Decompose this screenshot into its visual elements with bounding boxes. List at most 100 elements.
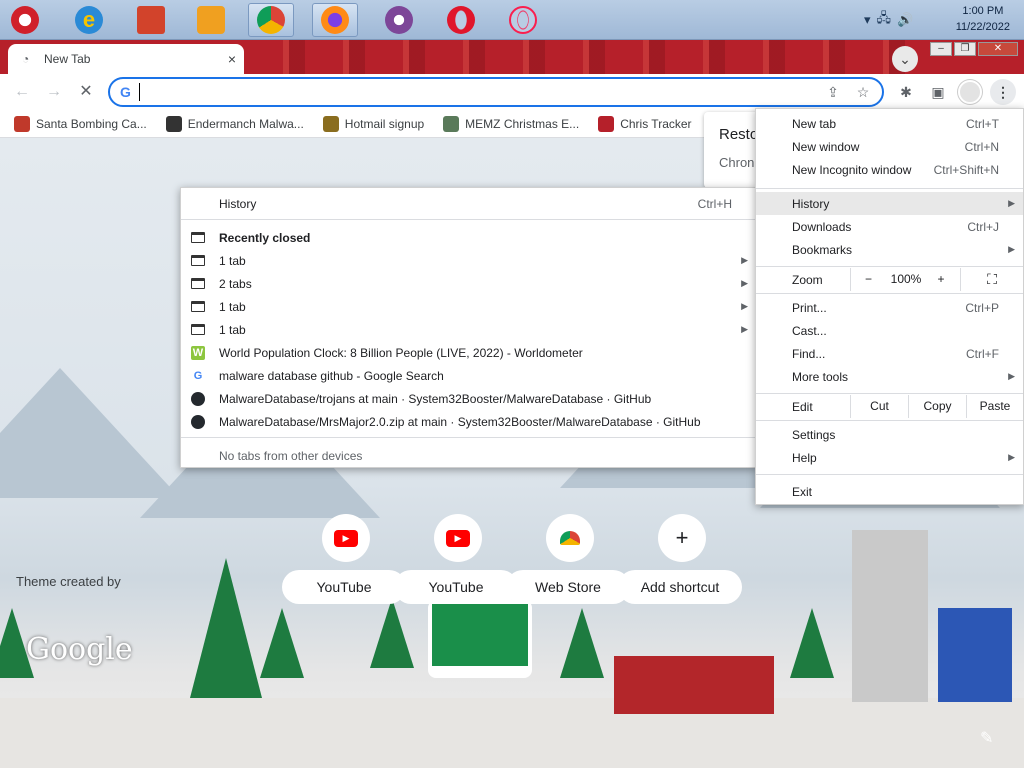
- tree-illustration: [790, 608, 834, 678]
- menu-downloads[interactable]: Downloads Ctrl+J: [756, 215, 1023, 238]
- tab-close-icon[interactable]: ×: [228, 51, 236, 67]
- clock-date: 11/22/2022: [955, 21, 1010, 33]
- menu-settings[interactable]: Settings: [756, 423, 1023, 446]
- menu-new-window[interactable]: New window Ctrl+N: [756, 135, 1023, 158]
- plus-icon: +: [675, 525, 689, 550]
- opera-gx-icon[interactable]: [500, 3, 546, 37]
- menu-help[interactable]: Help ▶: [756, 446, 1023, 469]
- recently-closed-item[interactable]: 2 tabs ▶: [181, 272, 756, 295]
- menu-more-tools[interactable]: More tools ▶: [756, 365, 1023, 388]
- chris-tracker-bookmark-icon: [598, 115, 615, 132]
- bookmark-hotmail-signup[interactable]: Hotmail signup: [322, 115, 424, 132]
- santa-app-icon[interactable]: [2, 3, 48, 37]
- chrome-main-menu: New tab Ctrl+T New window Ctrl+N New Inc…: [755, 108, 1024, 505]
- menu-label: New Incognito window: [792, 162, 912, 177]
- github-icon: [191, 391, 205, 406]
- internet-explorer-icon[interactable]: e: [66, 3, 112, 37]
- menu-bookmarks[interactable]: Bookmarks ▶: [756, 238, 1023, 261]
- shortcut-icon-circle: ▶: [322, 514, 370, 562]
- history-menu-item[interactable]: History Ctrl+H: [181, 192, 756, 215]
- tab-search-chevron-icon[interactable]: ⌄: [892, 46, 918, 72]
- bookmark-star-icon[interactable]: ☆: [852, 84, 874, 101]
- edit-cut-button[interactable]: Cut: [850, 395, 908, 418]
- media-player-icon[interactable]: [188, 3, 234, 37]
- menu-exit[interactable]: Exit: [756, 480, 1023, 503]
- menu-divider: [756, 420, 1023, 421]
- recently-closed-item[interactable]: 1 tab ▶: [181, 318, 756, 341]
- close-window-button[interactable]: ✕: [978, 42, 1018, 56]
- extensions-puzzle-icon[interactable]: ✱: [896, 82, 916, 102]
- recently-closed-item[interactable]: 1 tab ▶: [181, 295, 756, 318]
- tor-browser-icon[interactable]: [376, 3, 422, 37]
- menu-label: History: [792, 196, 830, 211]
- submenu-arrow-icon: ▶: [741, 324, 748, 334]
- maximize-button[interactable]: ❐: [954, 42, 976, 56]
- profile-avatar[interactable]: [958, 80, 982, 104]
- tab-icon: [191, 232, 205, 243]
- bookmark-memz-christmas[interactable]: MEMZ Christmas E...: [443, 115, 580, 132]
- history-page-item[interactable]: MalwareDatabase/trojans at main · System…: [181, 387, 756, 410]
- customize-pencil-icon[interactable]: ✎: [980, 728, 993, 748]
- recently-closed-item-label: 1 tab: [219, 253, 246, 268]
- more-menu-icon[interactable]: ⋮: [990, 79, 1016, 105]
- menu-divider: [181, 437, 756, 438]
- recently-closed-item-label: 1 tab: [219, 322, 246, 337]
- tray-chevron-icon[interactable]: ▾: [864, 12, 871, 28]
- bookmark-label: MEMZ Christmas E...: [465, 116, 580, 131]
- menu-divider: [756, 266, 1023, 267]
- shortcut-youtube[interactable]: ▶ YouTube: [394, 514, 518, 614]
- worldometer-icon: W: [191, 345, 205, 360]
- back-arrow-icon[interactable]: ←: [10, 80, 34, 104]
- zoom-in-button[interactable]: +: [926, 268, 956, 291]
- bookmark-chris-tracker[interactable]: Chris Tracker: [598, 115, 692, 132]
- fullscreen-icon[interactable]: ⛶: [960, 268, 1023, 291]
- system-clock[interactable]: 1:00 PM 11/22/2022: [956, 3, 1010, 35]
- menu-new-tab[interactable]: New tab Ctrl+T: [756, 112, 1023, 135]
- address-bar[interactable]: G ⇪ ☆: [108, 77, 884, 107]
- file-explorer-icon[interactable]: [128, 3, 174, 37]
- network-icon[interactable]: 🖧: [877, 9, 892, 31]
- menu-label: Help: [792, 450, 817, 465]
- menu-new-incognito-window[interactable]: New Incognito window Ctrl+Shift+N: [756, 158, 1023, 181]
- shortcut-youtube[interactable]: ▶ YouTube: [282, 514, 406, 614]
- chrome-icon[interactable]: [248, 3, 294, 37]
- edit-paste-button[interactable]: Paste: [966, 395, 1023, 418]
- side-panel-icon[interactable]: ▣: [928, 82, 948, 102]
- menu-divider: [756, 393, 1023, 394]
- menu-history[interactable]: History ▶: [756, 192, 1023, 215]
- bookmark-endermanch[interactable]: Endermanch Malwa...: [165, 115, 304, 132]
- share-icon[interactable]: ⇪: [822, 84, 844, 101]
- zoom-out-button[interactable]: −: [850, 268, 886, 291]
- bookmark-santa-bombing[interactable]: Santa Bombing Ca...: [14, 115, 147, 132]
- submenu-arrow-icon: ▶: [1008, 198, 1015, 208]
- tab-icon: [191, 324, 205, 335]
- add-shortcut-button[interactable]: + Add shortcut: [618, 514, 742, 614]
- opera-icon[interactable]: [438, 3, 484, 37]
- stop-loading-icon[interactable]: ✕: [74, 80, 98, 104]
- recently-closed-item[interactable]: 1 tab ▶: [181, 249, 756, 272]
- forward-arrow-icon[interactable]: →: [42, 80, 66, 104]
- submenu-arrow-icon: ▶: [741, 278, 748, 288]
- history-page-item[interactable]: G malware database github - Google Searc…: [181, 364, 756, 387]
- shortcut-label: YouTube: [282, 570, 406, 604]
- volume-icon[interactable]: 🔊: [897, 12, 913, 28]
- loading-icon: ◔: [22, 52, 30, 66]
- history-page-item[interactable]: W World Population Clock: 8 Billion Peop…: [181, 341, 756, 364]
- menu-divider: [181, 219, 756, 220]
- menu-find[interactable]: Find... Ctrl+F: [756, 342, 1023, 365]
- tab-new-tab[interactable]: ◔ New Tab ×: [8, 44, 244, 74]
- shortcut-label: Web Store: [506, 570, 630, 604]
- christmas-tree-illustration: [190, 558, 262, 698]
- recently-closed-label: Recently closed: [219, 230, 311, 245]
- shortcut-web-store[interactable]: Web Store: [506, 514, 630, 614]
- edit-copy-button[interactable]: Copy: [908, 395, 966, 418]
- firefox-icon[interactable]: [312, 3, 358, 37]
- youtube-icon: ▶: [446, 529, 470, 547]
- address-input[interactable]: [138, 83, 822, 101]
- menu-print[interactable]: Print... Ctrl+P: [756, 296, 1023, 319]
- menu-divider: [756, 293, 1023, 294]
- minimize-button[interactable]: –: [930, 42, 952, 56]
- menu-label: New tab: [792, 116, 837, 131]
- history-page-item[interactable]: MalwareDatabase/MrsMajor2.0.zip at main …: [181, 410, 756, 433]
- menu-cast[interactable]: Cast...: [756, 319, 1023, 342]
